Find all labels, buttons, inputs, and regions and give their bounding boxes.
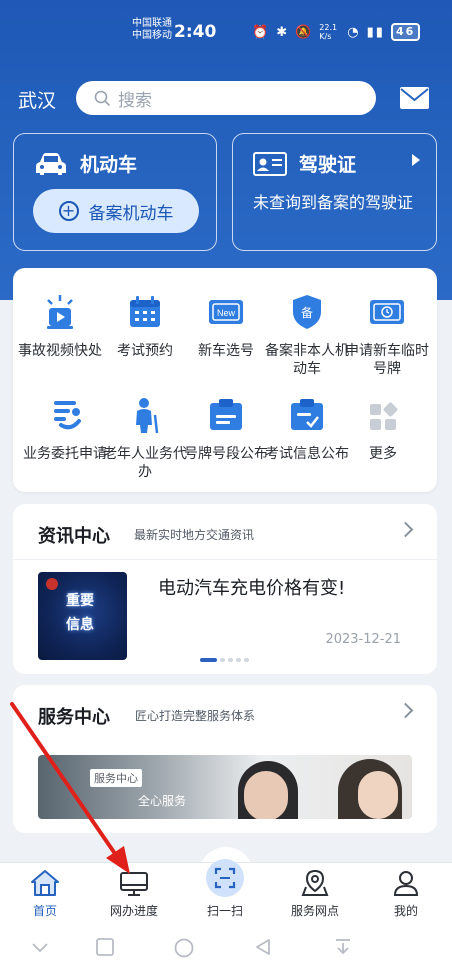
chevron-right-icon[interactable] — [397, 521, 414, 538]
recents-icon[interactable] — [96, 938, 114, 956]
service-label: 备案非本人机动车 — [265, 343, 349, 377]
temp-plate-icon — [370, 300, 404, 324]
emblem-icon — [46, 578, 58, 590]
person-image — [244, 771, 288, 819]
register-vehicle-button[interactable]: + 备案机动车 — [33, 189, 199, 233]
carousel-dot — [228, 658, 233, 662]
service-accident-video[interactable]: 事故视频快处 — [18, 292, 102, 360]
car-icon — [36, 152, 66, 175]
service-delegate[interactable]: 业务委托申请 — [23, 395, 107, 463]
carousel-dot — [220, 658, 225, 662]
service-label: 事故视频快处 — [18, 343, 102, 359]
search-placeholder: 搜索 — [118, 90, 152, 111]
chevron-right-icon[interactable] — [397, 702, 414, 719]
service-register-other-vehicle[interactable]: 备 备案非本人机动车 — [265, 292, 349, 378]
status-bar: 中国联通 中国移动 2:40 ⏰ ✱ 🔕 22.1 K/s ◔ ▮▮ 46 — [0, 14, 452, 50]
service-plate-number-announce[interactable]: 号牌号段公布 — [184, 395, 268, 463]
license-status-text: 未查询到备案的驾驶证 — [253, 193, 414, 212]
siren-icon — [47, 295, 73, 329]
plate-number-icon — [210, 399, 242, 430]
svg-text:New: New — [217, 308, 236, 318]
id-card-icon — [253, 151, 287, 176]
annotation-arrow — [10, 702, 130, 874]
service-elderly[interactable]: 老年人业务代办 — [103, 395, 187, 481]
thumbnail-text-1: 重要 — [66, 593, 94, 609]
city-selector[interactable]: 武汉 — [18, 86, 56, 113]
service-more[interactable]: 更多 — [341, 395, 425, 463]
person-image — [358, 771, 398, 819]
back-icon[interactable] — [254, 938, 272, 956]
notification-pull-icon[interactable] — [334, 938, 352, 956]
svg-text:备: 备 — [301, 306, 313, 320]
news-date: 2023-12-21 — [325, 632, 401, 647]
service-label: 更多 — [369, 446, 397, 462]
carousel-dot — [200, 658, 217, 662]
services-grid: 事故视频快处 考试预约 New 新车选号 备 备案非本人机动车 申请新车临时号牌… — [13, 268, 437, 492]
elderly-icon — [136, 398, 159, 434]
service-label: 考试预约 — [117, 343, 173, 359]
collapse-icon[interactable] — [31, 938, 49, 956]
vehicle-card[interactable]: 机动车 + 备案机动车 — [13, 133, 217, 251]
carrier-1: 中国联通 — [132, 18, 172, 29]
service-exam-info[interactable]: 考试信息公布 — [265, 395, 349, 463]
news-section: 资讯中心 最新实时地方交通资讯 重要 信息 电动汽车充电价格有变! 2023-1… — [13, 504, 437, 674]
news-section-subtitle: 最新实时地方交通资讯 — [134, 528, 255, 542]
wifi-icon: ◔ — [347, 24, 361, 40]
carrier-2: 中国移动 — [132, 30, 172, 41]
more-icon — [370, 402, 398, 430]
carousel-dot — [236, 658, 241, 662]
news-headline[interactable]: 电动汽车充电价格有变! — [158, 574, 345, 600]
mute-icon: 🔕 — [295, 24, 314, 40]
tab-mine[interactable]: 我的 — [361, 863, 451, 919]
news-thumbnail[interactable]: 重要 信息 — [38, 572, 127, 660]
delegate-icon — [54, 401, 81, 430]
battery-icon: 46 — [390, 23, 421, 41]
tab-service-points[interactable]: 服务网点 — [270, 863, 360, 919]
vehicle-card-title: 机动车 — [34, 150, 137, 177]
service-label: 新车选号 — [198, 343, 254, 359]
exam-info-icon — [291, 399, 323, 430]
signal-icon: ▮▮ — [366, 24, 385, 40]
system-icons: ⏰ ✱ 🔕 22.1 K/s ◔ ▮▮ 46 — [252, 23, 421, 41]
license-card-title: 驾驶证 — [253, 150, 356, 177]
system-nav-bar — [0, 928, 452, 967]
home-circle-icon[interactable] — [174, 938, 194, 958]
bluetooth-icon: ✱ — [276, 24, 290, 40]
mail-icon[interactable] — [400, 87, 429, 109]
search-bar[interactable]: 搜索 — [76, 81, 376, 115]
shield-icon: 备 — [293, 295, 321, 329]
chevron-right-icon — [412, 154, 420, 166]
new-plate-icon: New — [209, 300, 243, 324]
service-temp-plate[interactable]: 申请新车临时号牌 — [345, 292, 429, 378]
service-label: 业务委托申请 — [23, 446, 107, 462]
thumbnail-text-2: 信息 — [66, 617, 94, 633]
scan-button[interactable] — [206, 859, 244, 897]
news-section-title: 资讯中心 — [38, 526, 110, 547]
plus-icon: + — [58, 201, 79, 221]
license-card[interactable]: 驾驶证 未查询到备案的驾驶证 — [232, 133, 437, 251]
search-icon — [94, 90, 110, 106]
user-icon — [393, 871, 419, 896]
service-label: 考试信息公布 — [265, 446, 349, 462]
carousel-dots — [200, 658, 249, 662]
service-label: 老年人业务代办 — [103, 446, 187, 480]
service-exam-booking[interactable]: 考试预约 — [103, 292, 187, 360]
scan-icon — [214, 867, 236, 889]
service-section-subtitle: 匠心打造完整服务体系 — [135, 709, 256, 723]
carousel-dot — [244, 658, 249, 662]
alarm-icon: ⏰ — [252, 24, 271, 40]
net-speed: 22.1 K/s — [319, 23, 338, 41]
map-pin-icon — [301, 869, 329, 896]
banner-caption: 全心服务 — [138, 794, 187, 808]
tab-scan[interactable]: 扫一扫 — [180, 859, 270, 919]
calendar-icon — [130, 296, 160, 327]
service-label: 号牌号段公布 — [184, 446, 268, 462]
carrier-info: 中国联通 中国移动 — [132, 18, 172, 42]
clock: 2:40 — [174, 22, 217, 42]
divider — [13, 559, 437, 560]
service-new-plate[interactable]: New 新车选号 — [184, 292, 268, 360]
service-label: 申请新车临时号牌 — [345, 343, 429, 377]
